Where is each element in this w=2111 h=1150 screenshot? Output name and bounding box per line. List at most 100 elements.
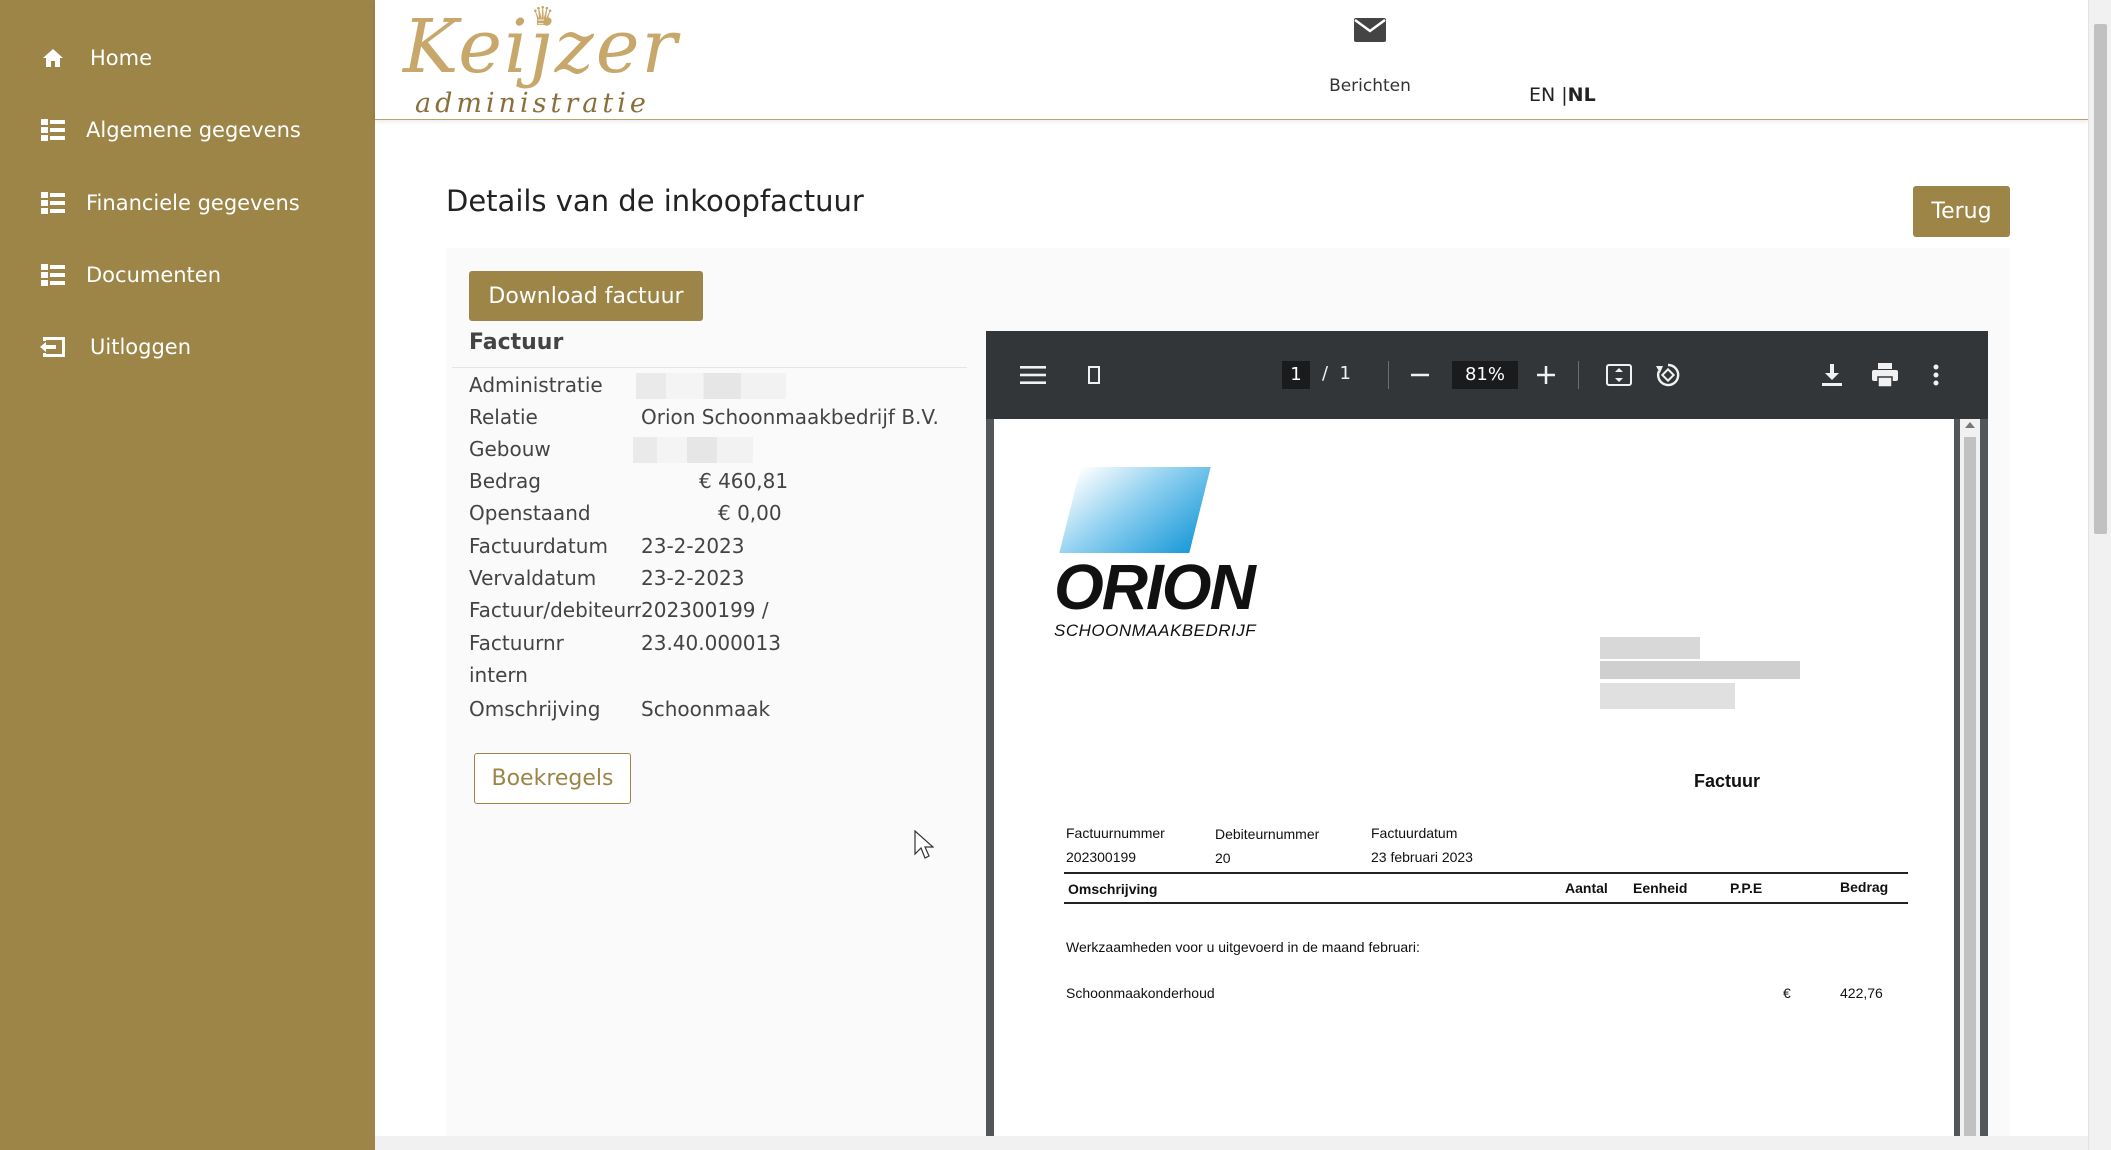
sidebar-item-label: Documenten	[86, 263, 222, 287]
orion-logo-name: ORION	[1054, 551, 1256, 623]
orion-logo-shape	[1059, 467, 1211, 553]
back-button[interactable]: Terug	[1913, 186, 2010, 237]
field-label-intern: intern	[469, 663, 528, 687]
pdf-invoice-date-value: 23 februari 2023	[1371, 849, 1473, 865]
address-redacted	[1600, 637, 1800, 717]
field-value-bedrag: € 460,81	[699, 469, 789, 493]
sidebar-item-financiele-gegevens[interactable]: Financiele gegevens	[40, 183, 300, 223]
sidebar-item-algemene-gegevens[interactable]: Algemene gegevens	[40, 110, 301, 150]
pdf-toolbar: 1 / 1 81%	[986, 331, 1988, 419]
field-label-bedrag: Bedrag	[469, 469, 541, 493]
messages-link[interactable]: Berichten	[1320, 18, 1420, 96]
zoom-level-input[interactable]: 81%	[1452, 361, 1518, 389]
field-value-openstaand: € 0,00	[718, 501, 782, 525]
download-icon[interactable]	[1818, 359, 1846, 391]
pdf-debtor-number-label: Debiteurnummer	[1215, 826, 1320, 842]
field-value-vervaldatum: 23-2-2023	[641, 566, 745, 590]
pdf-line-amount: 422,76	[1840, 985, 1883, 1001]
sidebar-toggle-icon[interactable]	[1082, 359, 1106, 391]
orion-logo: ORION SCHOONMAAKBEDRIJF	[1054, 467, 1284, 640]
field-label-factuurdatum: Factuurdatum	[469, 534, 608, 558]
pdf-debtor-number-value: 20	[1215, 850, 1231, 866]
field-label-factuur-debiteurnr: Factuur/debiteurnr	[469, 598, 655, 622]
field-value-administratie-redacted	[636, 373, 786, 399]
list-icon	[40, 190, 66, 216]
logo-main-text: Keijzer	[403, 4, 679, 90]
field-value-factuur-debiteurnr: 202300199 /	[641, 598, 769, 622]
list-icon	[40, 117, 66, 143]
print-icon[interactable]	[1870, 359, 1900, 391]
lang-separator: |	[1555, 84, 1568, 106]
sidebar-item-documenten[interactable]: Documenten	[40, 255, 221, 295]
field-label-factuurnr: Factuurnr	[469, 631, 564, 655]
page-scrollbar[interactable]	[2088, 0, 2111, 1150]
lang-nl[interactable]: NL	[1568, 84, 1596, 106]
section-divider	[452, 367, 967, 368]
field-label-omschrijving: Omschrijving	[469, 697, 601, 721]
pdf-intro-line: Werkzaamheden voor u uitgevoerd in de ma…	[1066, 939, 1420, 955]
sidebar-item-label: Uitloggen	[90, 335, 192, 359]
toolbar-divider	[1578, 361, 1579, 389]
horizontal-scrollbar[interactable]	[375, 1136, 2088, 1150]
logout-icon	[40, 334, 66, 360]
list-icon	[40, 262, 66, 288]
field-value-relatie: Orion Schoonmaakbedrijf B.V.	[641, 405, 939, 429]
booklines-button[interactable]: Boekregels	[474, 753, 631, 804]
page-count: / 1	[1322, 363, 1351, 384]
top-header: ♛ Keijzer administratie Berichten EN |NL	[375, 0, 2088, 120]
more-options-icon[interactable]	[1926, 359, 1946, 391]
page-total: 1	[1339, 363, 1351, 384]
pdf-scrollbar[interactable]	[1960, 419, 1980, 1150]
lang-en[interactable]: EN	[1529, 84, 1555, 106]
messages-label: Berichten	[1329, 76, 1411, 96]
logo-sub-text: administratie	[415, 88, 650, 119]
sidebar: Home Algemene gegevens Financiele gegeve…	[0, 0, 375, 1150]
pdf-invoice-date-label: Factuurdatum	[1371, 825, 1458, 841]
pdf-th-description: Omschrijving	[1068, 881, 1158, 897]
sidebar-item-label: Financiele gegevens	[86, 191, 300, 215]
pdf-line-item: Schoonmaakonderhoud	[1066, 985, 1215, 1001]
fit-page-icon[interactable]	[1604, 359, 1634, 391]
pdf-page: ORION SCHOONMAAKBEDRIJF Factuur Factuurn…	[994, 419, 1954, 1150]
field-label-gebouw: Gebouw	[469, 437, 551, 461]
language-switcher: EN |NL	[1529, 84, 1596, 106]
pdf-line-currency: €	[1783, 985, 1791, 1001]
field-label-vervaldatum: Vervaldatum	[469, 566, 597, 590]
field-value-omschrijving: Schoonmaak	[641, 697, 771, 721]
envelope-icon	[1354, 18, 1386, 46]
sidebar-item-label: Algemene gegevens	[86, 118, 301, 142]
menu-icon[interactable]	[1018, 359, 1048, 391]
zoom-in-icon[interactable]	[1534, 359, 1558, 391]
field-label-administratie: Administratie	[469, 373, 603, 397]
page-title: Details van de inkoopfactuur	[446, 184, 864, 218]
pdf-th-ppe: P.P.E	[1730, 880, 1763, 896]
pdf-th-qty: Aantal	[1565, 880, 1608, 896]
download-invoice-button[interactable]: Download factuur	[469, 271, 703, 321]
pdf-invoice-number-label: Factuurnummer	[1066, 825, 1165, 841]
scroll-up-icon[interactable]	[1965, 422, 1975, 428]
zoom-out-icon[interactable]	[1408, 359, 1432, 391]
keijzer-logo[interactable]: ♛ Keijzer administratie	[403, 2, 677, 119]
field-label-openstaand: Openstaand	[469, 501, 591, 525]
page-separator: /	[1322, 363, 1329, 384]
page-number-input[interactable]: 1	[1282, 361, 1310, 389]
pdf-invoice-number-value: 202300199	[1066, 849, 1137, 865]
rotate-icon[interactable]	[1653, 359, 1683, 391]
pdf-th-unit: Eenheid	[1633, 880, 1688, 896]
field-value-factuurnr: 23.40.000013	[641, 631, 781, 655]
pdf-viewer: 1 / 1 81% ORION SCHOONMAAKBEDRIJF Factuu…	[986, 331, 1988, 1150]
pdf-table-rule-top	[1064, 872, 1908, 874]
pdf-invoice-title: Factuur	[1694, 771, 1761, 791]
page-scrollbar-thumb[interactable]	[2094, 24, 2107, 534]
pdf-th-amount: Bedrag	[1840, 879, 1889, 895]
sidebar-item-home[interactable]: Home	[40, 38, 152, 78]
home-icon	[40, 45, 66, 71]
field-label-relatie: Relatie	[469, 405, 538, 429]
sidebar-item-label: Home	[90, 46, 153, 70]
orion-logo-sub: SCHOONMAAKBEDRIJF	[1054, 621, 1257, 640]
mouse-cursor-icon	[914, 829, 935, 864]
pdf-scrollbar-thumb[interactable]	[1964, 437, 1976, 1150]
sidebar-item-uitloggen[interactable]: Uitloggen	[40, 327, 191, 367]
pdf-table-rule-bottom	[1064, 902, 1908, 904]
toolbar-divider	[1388, 361, 1389, 389]
